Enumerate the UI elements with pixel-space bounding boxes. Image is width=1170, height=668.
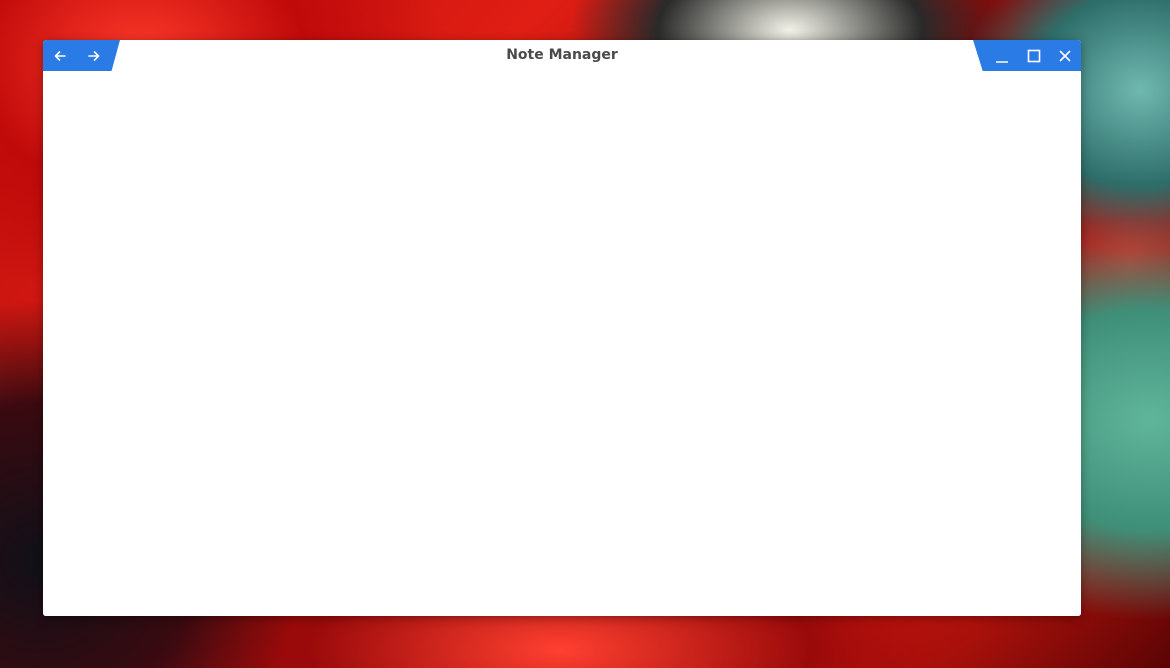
maximize-button[interactable] (1019, 40, 1049, 71)
window-controls (973, 40, 1081, 71)
maximize-icon (1027, 49, 1041, 63)
navigation-group (43, 40, 120, 71)
minimize-icon (995, 49, 1009, 63)
app-window: Note Manager (43, 40, 1081, 616)
title-bar[interactable]: Note Manager (43, 40, 1081, 71)
window-title: Note Manager (506, 47, 618, 63)
minimize-button[interactable] (987, 40, 1017, 71)
arrow-right-icon (87, 49, 101, 63)
close-icon (1058, 49, 1072, 63)
window-content-area (43, 71, 1081, 616)
desktop-wallpaper: Note Manager (0, 0, 1170, 668)
close-button[interactable] (1050, 40, 1080, 71)
forward-button[interactable] (79, 40, 109, 71)
arrow-left-icon (53, 49, 67, 63)
back-button[interactable] (45, 40, 75, 71)
